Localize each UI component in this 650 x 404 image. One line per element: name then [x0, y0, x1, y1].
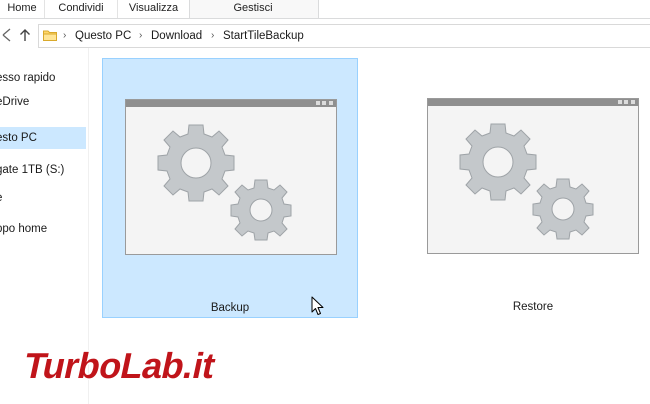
- chevron-right-icon[interactable]: ›: [139, 28, 142, 44]
- address-bar[interactable]: › Questo PC › Download › StartTileBackup: [38, 24, 650, 48]
- chevron-right-icon[interactable]: ›: [63, 28, 66, 44]
- sidebar-item-label: eDrive: [0, 96, 30, 108]
- app-window-thumbnail: [427, 98, 639, 254]
- sidebar-item-homegroup[interactable]: ppo home: [0, 218, 86, 240]
- sidebar-item-label: gate 1TB (S:): [0, 164, 65, 176]
- breadcrumb-this-pc[interactable]: Questo PC: [75, 28, 131, 44]
- file-tile-restore[interactable]: Restore: [405, 58, 650, 318]
- tab-manage[interactable]: Gestisci: [190, 0, 316, 18]
- chevron-right-icon[interactable]: ›: [211, 28, 214, 44]
- gear-icon: [157, 124, 292, 241]
- tab-share[interactable]: Condividi: [45, 0, 117, 18]
- gear-icon: [459, 123, 594, 240]
- turbolab-watermark-logo: TurboLab.it: [8, 340, 248, 392]
- sidebar-item-quick-access[interactable]: esso rapido: [0, 67, 86, 89]
- svg-text:TurboLab.it: TurboLab.it: [20, 345, 219, 386]
- ribbon-tabs: Home Condividi Visualizza Gestisci: [0, 0, 650, 19]
- sidebar-item-network[interactable]: e: [0, 187, 86, 209]
- folder-icon: [43, 29, 57, 41]
- tile-label-restore: Restore: [512, 301, 554, 313]
- sidebar-item-onedrive[interactable]: eDrive: [0, 91, 86, 113]
- tab-home[interactable]: Home: [0, 0, 44, 18]
- breadcrumb-starttilebackup[interactable]: StartTileBackup: [223, 28, 304, 44]
- tab-view[interactable]: Visualizza: [118, 0, 189, 18]
- sidebar-item-label: e: [0, 187, 2, 209]
- app-window-thumbnail: [125, 99, 337, 255]
- up-arrow-icon[interactable]: [18, 26, 32, 44]
- sidebar-item-seagate-drive[interactable]: gate 1TB (S:): [0, 159, 86, 181]
- sidebar-item-this-pc[interactable]: esto PC: [0, 127, 86, 149]
- navigation-bar: › Questo PC › Download › StartTileBackup: [0, 22, 650, 48]
- breadcrumb-download[interactable]: Download: [151, 28, 202, 44]
- back-arrow-icon[interactable]: [0, 26, 14, 44]
- sidebar-item-label: esto PC: [0, 132, 37, 144]
- mouse-cursor-icon: [311, 296, 325, 316]
- sidebar-item-label: esso rapido: [0, 72, 56, 84]
- sidebar-item-label: ppo home: [0, 223, 48, 235]
- file-tile-backup[interactable]: Backup: [102, 58, 358, 318]
